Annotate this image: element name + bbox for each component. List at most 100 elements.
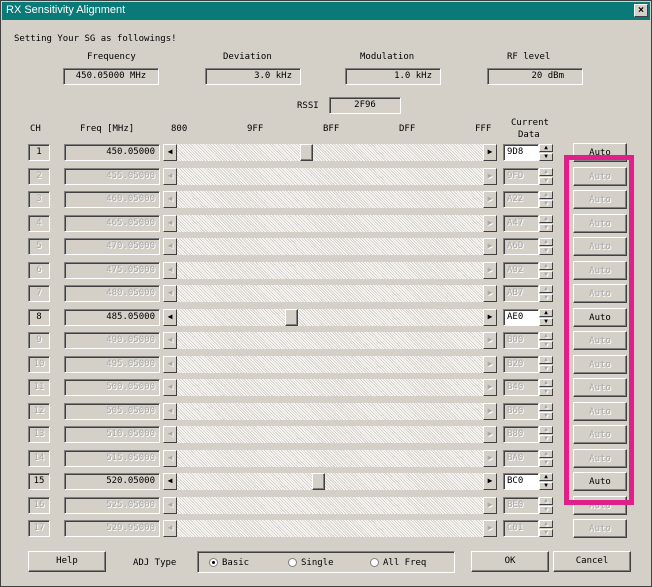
current-data-field[interactable]: BA0 (503, 450, 539, 467)
spin-up-icon[interactable]: ▲ (539, 215, 553, 223)
scroll-left-icon[interactable]: ◀ (163, 473, 177, 490)
current-data-field[interactable]: 9FD (503, 168, 539, 185)
data-spinner[interactable]: ▲ ▼ (539, 473, 553, 490)
data-spinner[interactable]: ▲ ▼ (539, 238, 553, 255)
data-spinner[interactable]: ▲ ▼ (539, 497, 553, 514)
sensitivity-slider[interactable] (177, 520, 483, 537)
spin-down-icon[interactable]: ▼ (539, 153, 553, 161)
scroll-right-icon[interactable]: ▶ (483, 285, 497, 302)
current-data-field[interactable]: AB7 (503, 285, 539, 302)
spin-up-icon[interactable]: ▲ (539, 285, 553, 293)
data-spinner[interactable]: ▲ ▼ (539, 168, 553, 185)
sensitivity-slider[interactable] (177, 403, 483, 420)
spin-down-icon[interactable]: ▼ (539, 271, 553, 279)
auto-button[interactable]: Auto (573, 519, 627, 538)
close-icon[interactable]: × (634, 4, 648, 17)
sensitivity-slider[interactable] (177, 426, 483, 443)
sensitivity-slider[interactable] (177, 379, 483, 396)
spin-down-icon[interactable]: ▼ (539, 177, 553, 185)
scroll-left-icon[interactable]: ◀ (163, 520, 177, 537)
sensitivity-slider[interactable] (177, 191, 483, 208)
sensitivity-slider[interactable] (177, 450, 483, 467)
scroll-right-icon[interactable]: ▶ (483, 309, 497, 326)
data-spinner[interactable]: ▲ ▼ (539, 191, 553, 208)
current-data-field[interactable]: C01 (503, 520, 539, 537)
data-spinner[interactable]: ▲ ▼ (539, 426, 553, 443)
sensitivity-slider[interactable] (177, 262, 483, 279)
scroll-right-icon[interactable]: ▶ (483, 426, 497, 443)
sensitivity-slider[interactable] (177, 168, 483, 185)
radio-single[interactable] (288, 558, 297, 567)
current-data-field[interactable]: B20 (503, 356, 539, 373)
current-data-field[interactable]: A6D (503, 238, 539, 255)
scroll-right-icon[interactable]: ▶ (483, 238, 497, 255)
spin-down-icon[interactable]: ▼ (539, 435, 553, 443)
data-spinner[interactable]: ▲ ▼ (539, 379, 553, 396)
scroll-right-icon[interactable]: ▶ (483, 379, 497, 396)
current-data-field[interactable]: A92 (503, 262, 539, 279)
sensitivity-slider[interactable] (177, 215, 483, 232)
radio-basic[interactable] (209, 558, 218, 567)
scroll-right-icon[interactable]: ▶ (483, 450, 497, 467)
radio-all-freq[interactable] (370, 558, 379, 567)
scroll-left-icon[interactable]: ◀ (163, 285, 177, 302)
spin-down-icon[interactable]: ▼ (539, 294, 553, 302)
scroll-left-icon[interactable]: ◀ (163, 332, 177, 349)
slider-thumb[interactable] (300, 144, 313, 161)
spin-down-icon[interactable]: ▼ (539, 318, 553, 326)
current-data-field[interactable]: BE0 (503, 497, 539, 514)
data-spinner[interactable]: ▲ ▼ (539, 285, 553, 302)
current-data-field[interactable]: A47 (503, 215, 539, 232)
scroll-left-icon[interactable]: ◀ (163, 497, 177, 514)
spin-down-icon[interactable]: ▼ (539, 224, 553, 232)
scroll-left-icon[interactable]: ◀ (163, 356, 177, 373)
sensitivity-slider[interactable] (177, 473, 483, 490)
slider-thumb[interactable] (312, 473, 325, 490)
current-data-field[interactable]: B80 (503, 426, 539, 443)
scroll-right-icon[interactable]: ▶ (483, 403, 497, 420)
scroll-right-icon[interactable]: ▶ (483, 497, 497, 514)
current-data-field[interactable]: AE0 (503, 309, 539, 326)
spin-up-icon[interactable]: ▲ (539, 168, 553, 176)
scroll-right-icon[interactable]: ▶ (483, 356, 497, 373)
sensitivity-slider[interactable] (177, 356, 483, 373)
spin-down-icon[interactable]: ▼ (539, 365, 553, 373)
sensitivity-slider[interactable] (177, 144, 483, 161)
spin-down-icon[interactable]: ▼ (539, 388, 553, 396)
sensitivity-slider[interactable] (177, 309, 483, 326)
spin-up-icon[interactable]: ▲ (539, 473, 553, 481)
data-spinner[interactable]: ▲ ▼ (539, 309, 553, 326)
scroll-right-icon[interactable]: ▶ (483, 332, 497, 349)
sensitivity-slider[interactable] (177, 238, 483, 255)
spin-up-icon[interactable]: ▲ (539, 144, 553, 152)
spin-down-icon[interactable]: ▼ (539, 506, 553, 514)
scroll-left-icon[interactable]: ◀ (163, 262, 177, 279)
scroll-right-icon[interactable]: ▶ (483, 520, 497, 537)
spin-up-icon[interactable]: ▲ (539, 332, 553, 340)
scroll-left-icon[interactable]: ◀ (163, 309, 177, 326)
spin-down-icon[interactable]: ▼ (539, 529, 553, 537)
spin-up-icon[interactable]: ▲ (539, 403, 553, 411)
scroll-left-icon[interactable]: ◀ (163, 450, 177, 467)
spin-up-icon[interactable]: ▲ (539, 520, 553, 528)
sensitivity-slider[interactable] (177, 497, 483, 514)
ok-button[interactable]: OK (471, 551, 549, 572)
scroll-left-icon[interactable]: ◀ (163, 403, 177, 420)
help-button[interactable]: Help (28, 551, 106, 572)
data-spinner[interactable]: ▲ ▼ (539, 332, 553, 349)
spin-down-icon[interactable]: ▼ (539, 341, 553, 349)
scroll-right-icon[interactable]: ▶ (483, 191, 497, 208)
spin-down-icon[interactable]: ▼ (539, 247, 553, 255)
data-spinner[interactable]: ▲ ▼ (539, 215, 553, 232)
spin-up-icon[interactable]: ▲ (539, 497, 553, 505)
spin-up-icon[interactable]: ▲ (539, 450, 553, 458)
spin-up-icon[interactable]: ▲ (539, 379, 553, 387)
spin-up-icon[interactable]: ▲ (539, 238, 553, 246)
current-data-field[interactable]: B60 (503, 403, 539, 420)
spin-up-icon[interactable]: ▲ (539, 356, 553, 364)
spin-down-icon[interactable]: ▼ (539, 482, 553, 490)
scroll-right-icon[interactable]: ▶ (483, 262, 497, 279)
data-spinner[interactable]: ▲ ▼ (539, 520, 553, 537)
scroll-left-icon[interactable]: ◀ (163, 426, 177, 443)
current-data-field[interactable]: BC0 (503, 473, 539, 490)
